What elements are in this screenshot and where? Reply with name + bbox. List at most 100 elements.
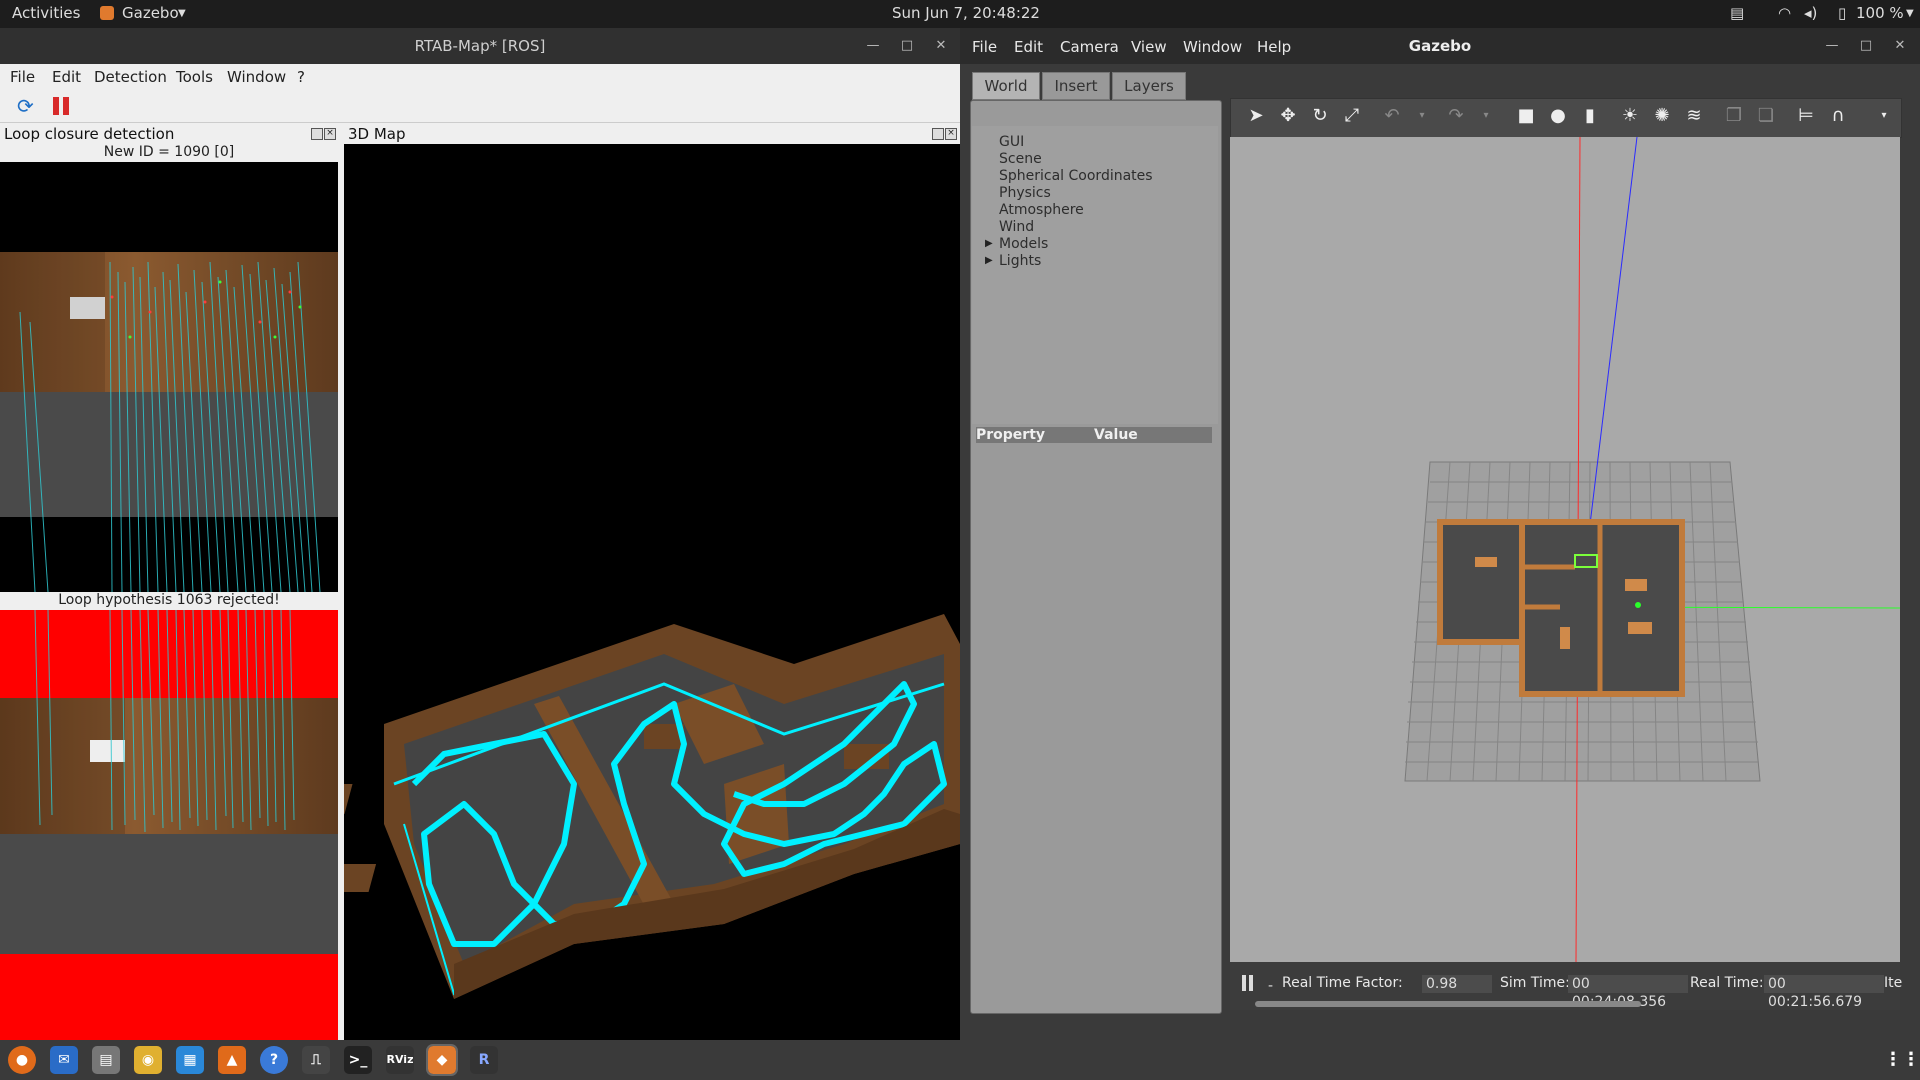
3d-map-view[interactable] — [344, 144, 960, 1068]
map-panel-title: 3D Map — [348, 125, 406, 143]
system-menu-icon[interactable]: ▼ — [1906, 8, 1914, 19]
terminal-icon[interactable]: >_ — [344, 1046, 372, 1074]
translate-tool-icon[interactable]: ✥ — [1276, 104, 1300, 128]
menu-help[interactable]: Help — [1257, 38, 1291, 56]
select-tool-icon[interactable]: ➤ — [1244, 104, 1268, 128]
loop-status-label: Loop hypothesis 1063 rejected! — [0, 592, 338, 608]
spot-light-icon[interactable]: ✺ — [1650, 104, 1674, 128]
tab-world[interactable]: World — [972, 72, 1040, 100]
redo-dropdown-icon[interactable]: ▾ — [1474, 104, 1498, 128]
box-shape-icon[interactable]: ■ — [1514, 104, 1538, 128]
redo-icon[interactable]: ↷ — [1444, 104, 1468, 128]
menu-edit[interactable]: Edit — [52, 68, 81, 86]
window-title: RTAB-Map* [ROS] — [414, 37, 546, 55]
rviz-icon[interactable]: RViz — [386, 1046, 414, 1074]
new-id-label: New ID = 1090 [0] — [103, 144, 235, 160]
menu-edit[interactable]: Edit — [1014, 38, 1043, 56]
rtf-label: Real Time Factor: — [1282, 975, 1403, 991]
minimize-button[interactable]: — — [1815, 28, 1849, 64]
menu-camera[interactable]: Camera — [1060, 38, 1119, 56]
menu-window[interactable]: Window — [227, 68, 286, 86]
float-icon[interactable] — [932, 128, 944, 140]
property-column: Property — [976, 427, 1046, 443]
thunderbird-icon[interactable]: ✉ — [50, 1046, 78, 1074]
gazebo-scene[interactable] — [1230, 137, 1900, 962]
firefox-icon[interactable]: ● — [8, 1046, 36, 1074]
screenshot-icon[interactable]: ▤ — [1730, 4, 1744, 22]
menu-window[interactable]: Window — [1183, 38, 1242, 56]
close-button[interactable]: ✕ — [924, 28, 958, 64]
monitor-icon[interactable]: ⎍ — [302, 1046, 330, 1074]
sphere-shape-icon[interactable]: ● — [1546, 104, 1570, 128]
toolbar-more-icon[interactable]: ▾ — [1872, 104, 1896, 128]
tab-insert[interactable]: Insert — [1042, 72, 1110, 100]
taskbar: ● ✉ ▤ ◉ ▦ ▲ ? ⎍ >_ RViz ◆ R ⋮⋮ — [0, 1040, 1920, 1080]
battery-icon[interactable]: ▯ — [1838, 4, 1846, 22]
close-icon[interactable]: × — [945, 128, 957, 140]
undo-icon[interactable]: ↶ — [1380, 104, 1404, 128]
maximize-button[interactable]: □ — [1849, 28, 1883, 64]
cylinder-shape-icon[interactable]: ▮ — [1578, 104, 1602, 128]
real-time-label: Real Time: — [1690, 975, 1764, 991]
refresh-icon[interactable]: ⟳ — [17, 95, 39, 117]
point-light-icon[interactable]: ☀ — [1618, 104, 1642, 128]
menu-tools[interactable]: Tools — [176, 68, 213, 86]
wifi-icon[interactable]: ◠ — [1778, 4, 1791, 22]
tree-spherical-coordinates[interactable]: Spherical Coordinates — [999, 168, 1153, 184]
chevron-down-icon: ▼ — [178, 8, 186, 19]
files-icon[interactable]: ▤ — [92, 1046, 120, 1074]
tree-gui[interactable]: GUI — [999, 134, 1024, 150]
iterations-label: Ite — [1884, 975, 1903, 991]
help-icon[interactable]: ? — [260, 1046, 288, 1074]
close-icon[interactable]: × — [324, 128, 336, 140]
tree-physics[interactable]: Physics — [999, 185, 1051, 201]
gazebo-dock-icon[interactable]: ◆ — [426, 1044, 458, 1076]
step-dropdown-icon[interactable]: - — [1268, 978, 1273, 994]
new-image-view — [0, 162, 338, 592]
table-1 — [344, 784, 353, 814]
battery-level: 100 % — [1856, 4, 1904, 22]
app-grid-icon[interactable]: ⋮⋮ — [1884, 1046, 1920, 1074]
horizontal-scrollbar[interactable] — [1255, 1001, 1641, 1007]
pause-button[interactable] — [51, 95, 73, 117]
rotate-tool-icon[interactable]: ↻ — [1308, 104, 1332, 128]
feature-match-lines — [19, 261, 321, 592]
directional-light-icon[interactable]: ≋ — [1682, 104, 1706, 128]
tab-layers[interactable]: Layers — [1112, 72, 1186, 100]
magnet-icon[interactable]: ∩ — [1826, 104, 1850, 128]
tree-atmosphere[interactable]: Atmosphere — [999, 202, 1084, 218]
tree-wind[interactable]: Wind — [999, 219, 1034, 235]
scale-tool-icon[interactable]: ⤢ — [1340, 104, 1364, 128]
rhythmbox-icon[interactable]: ◉ — [134, 1046, 162, 1074]
menu-view[interactable]: View — [1131, 38, 1167, 56]
top-bar: Activities Gazebo ▼ Sun Jun 7, 20:48:22 … — [0, 0, 1920, 28]
rtabmap-dock-icon[interactable]: R — [470, 1046, 498, 1074]
float-icon[interactable] — [311, 128, 323, 140]
undo-dropdown-icon[interactable]: ▾ — [1410, 104, 1434, 128]
chevron-right-icon[interactable]: ▶ — [985, 238, 993, 249]
volume-icon[interactable]: ◂) — [1804, 4, 1817, 22]
menu-detection[interactable]: Detection — [94, 68, 167, 86]
copy-icon[interactable]: ❐ — [1722, 104, 1746, 128]
chevron-right-icon[interactable]: ▶ — [985, 255, 993, 266]
menu-file[interactable]: File — [972, 38, 997, 56]
sim-time-label: Sim Time: — [1500, 975, 1570, 991]
writer-icon[interactable]: ▦ — [176, 1046, 204, 1074]
tree-scene[interactable]: Scene — [999, 151, 1042, 167]
clock[interactable]: Sun Jun 7, 20:48:22 — [892, 4, 1040, 22]
activities-button[interactable]: Activities — [12, 4, 80, 22]
rtabmap-titlebar[interactable]: RTAB-Map* [ROS] — [0, 28, 960, 64]
app-menu[interactable]: Gazebo — [122, 4, 179, 22]
menu-help[interactable]: ? — [297, 68, 305, 86]
align-icon[interactable]: ⊨ — [1794, 104, 1818, 128]
close-button[interactable]: ✕ — [1883, 28, 1917, 64]
maximize-button[interactable]: □ — [890, 28, 924, 64]
software-icon[interactable]: ▲ — [218, 1046, 246, 1074]
paste-icon[interactable]: ❏ — [1754, 104, 1778, 128]
room-left — [1437, 519, 1525, 645]
minimize-button[interactable]: — — [856, 28, 890, 64]
tree-lights[interactable]: Lights — [999, 253, 1041, 269]
pause-icon[interactable] — [1242, 975, 1246, 991]
tree-models[interactable]: Models — [999, 236, 1048, 252]
menu-file[interactable]: File — [10, 68, 35, 86]
